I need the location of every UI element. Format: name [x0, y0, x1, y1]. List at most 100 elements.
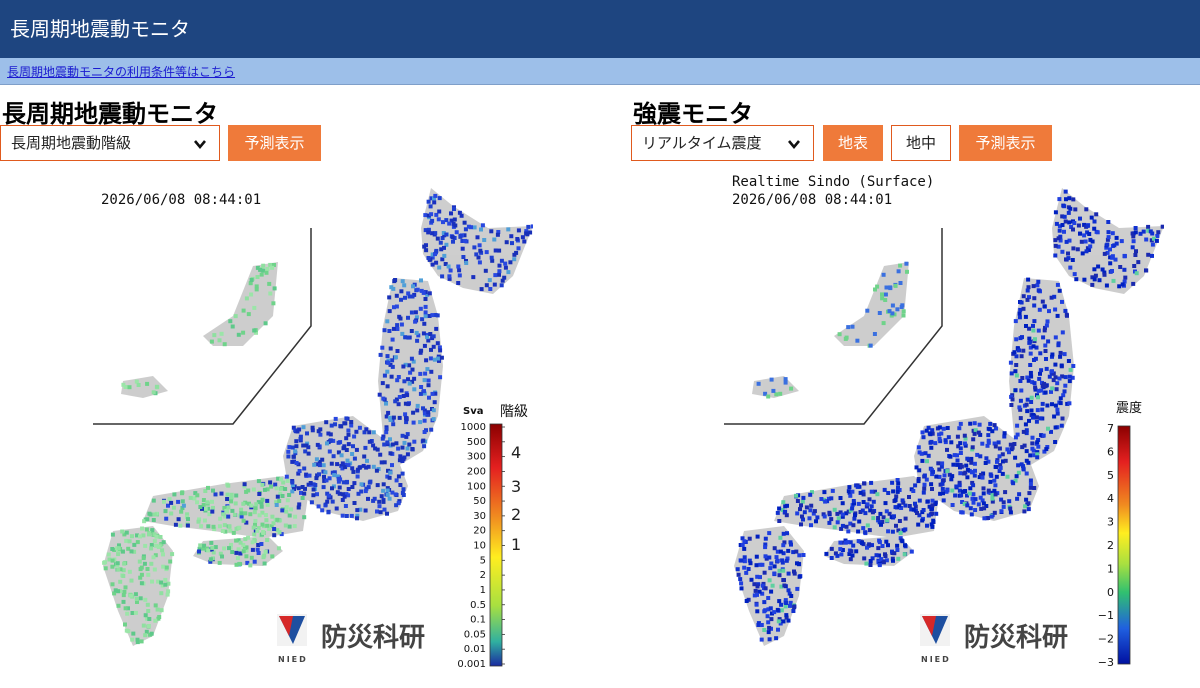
- station-marker: [838, 540, 843, 545]
- station-marker: [441, 220, 445, 225]
- station-marker: [920, 458, 925, 463]
- station-marker: [352, 434, 357, 439]
- sindo-tick-label: 7: [1107, 422, 1114, 435]
- station-marker: [827, 520, 832, 525]
- station-marker: [252, 305, 257, 310]
- station-marker: [303, 449, 308, 454]
- station-marker: [322, 474, 326, 479]
- station-marker: [185, 523, 190, 528]
- station-marker: [783, 380, 788, 385]
- station-marker: [432, 400, 437, 405]
- station-marker: [1021, 306, 1026, 311]
- station-marker: [385, 354, 390, 359]
- station-marker: [346, 463, 351, 468]
- sva-tick-label: 2: [480, 570, 486, 581]
- station-marker: [188, 495, 193, 500]
- station-marker: [1141, 229, 1146, 234]
- station-marker: [131, 631, 136, 636]
- station-marker: [754, 563, 759, 568]
- station-marker: [1053, 210, 1058, 215]
- station-marker: [259, 542, 264, 546]
- station-marker: [398, 316, 403, 321]
- station-marker: [270, 265, 275, 270]
- station-marker: [336, 476, 341, 481]
- station-marker: [415, 408, 420, 413]
- station-marker: [453, 223, 458, 228]
- station-marker: [876, 516, 881, 520]
- terms-link[interactable]: 長周期地震動モニタの利用条件等はこちら: [7, 63, 235, 80]
- station-marker: [885, 518, 890, 523]
- station-marker: [830, 488, 835, 493]
- station-marker: [1041, 335, 1046, 340]
- station-marker: [930, 498, 935, 503]
- nied-logo: 防災科研 NIED: [277, 614, 425, 664]
- station-marker: [1010, 397, 1015, 402]
- station-marker: [272, 533, 277, 538]
- left-predict-button[interactable]: 予測表示: [228, 125, 321, 161]
- station-marker: [393, 492, 398, 497]
- station-marker: [758, 562, 763, 567]
- station-marker: [1053, 425, 1058, 430]
- station-marker: [161, 552, 165, 557]
- underground-button[interactable]: 地中: [891, 125, 951, 161]
- station-marker: [129, 549, 134, 554]
- station-marker: [316, 504, 321, 509]
- station-marker: [268, 291, 273, 296]
- station-marker: [387, 415, 392, 420]
- station-marker: [430, 391, 435, 396]
- station-marker: [769, 589, 774, 594]
- station-marker: [1060, 330, 1065, 335]
- station-marker: [1001, 500, 1006, 505]
- station-marker: [781, 500, 786, 505]
- station-marker: [430, 313, 435, 318]
- station-marker: [272, 286, 277, 291]
- station-marker: [402, 440, 407, 445]
- station-marker: [129, 578, 134, 583]
- sva-tick-label: 300: [467, 452, 486, 463]
- station-marker: [1079, 239, 1084, 244]
- station-marker: [427, 291, 432, 296]
- long-period-class-select[interactable]: 長周期地震動階級: [0, 125, 220, 161]
- station-marker: [789, 594, 794, 598]
- station-marker: [881, 515, 886, 520]
- station-marker: [390, 442, 395, 447]
- app-header: 長周期地震動モニタ: [0, 0, 1200, 58]
- station-marker: [380, 436, 385, 441]
- station-marker: [220, 554, 224, 559]
- station-marker: [159, 580, 164, 585]
- station-marker: [945, 426, 950, 430]
- station-marker: [1040, 299, 1045, 304]
- station-marker: [243, 537, 248, 542]
- station-marker: [1015, 423, 1020, 428]
- realtime-intensity-select[interactable]: リアルタイム震度: [631, 125, 814, 161]
- station-marker: [1026, 460, 1031, 465]
- station-marker: [146, 624, 151, 628]
- station-marker: [890, 480, 895, 485]
- station-marker: [1043, 343, 1048, 348]
- station-marker: [135, 637, 140, 642]
- station-marker: [349, 513, 354, 518]
- station-marker: [869, 504, 874, 509]
- station-marker: [475, 235, 480, 240]
- station-marker: [410, 447, 415, 451]
- station-marker: [931, 518, 936, 523]
- station-marker: [763, 586, 768, 591]
- station-marker: [986, 438, 991, 443]
- station-marker: [277, 530, 282, 535]
- station-marker: [515, 237, 520, 241]
- station-marker: [1106, 235, 1111, 240]
- station-marker: [802, 510, 807, 515]
- station-marker: [942, 473, 947, 478]
- station-marker: [326, 431, 331, 436]
- station-marker: [922, 486, 927, 491]
- surface-button[interactable]: 地表: [823, 125, 883, 161]
- station-marker: [286, 454, 291, 459]
- right-predict-button[interactable]: 予測表示: [959, 125, 1052, 161]
- station-marker: [526, 224, 531, 229]
- station-marker: [775, 558, 780, 563]
- station-marker: [1089, 215, 1094, 220]
- station-marker: [343, 421, 348, 426]
- station-marker: [432, 200, 437, 205]
- station-marker: [456, 281, 461, 285]
- station-marker: [856, 501, 861, 506]
